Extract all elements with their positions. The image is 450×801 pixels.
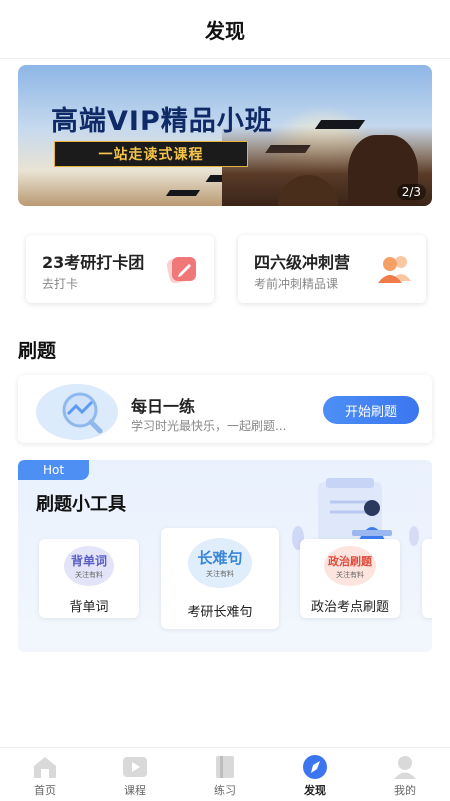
tab-home[interactable]: 首页 bbox=[0, 748, 90, 801]
tool-label: 考研长难句 bbox=[187, 605, 253, 620]
home-icon bbox=[31, 754, 59, 780]
tab-label: 首页 bbox=[34, 784, 56, 797]
play-icon bbox=[121, 754, 149, 780]
tab-label: 发现 bbox=[304, 784, 326, 797]
start-practice-button[interactable]: 开始刷题 bbox=[323, 396, 419, 424]
pencil-note-icon bbox=[164, 251, 200, 287]
users-icon bbox=[376, 251, 412, 287]
card-subtitle: 去打卡 bbox=[42, 277, 79, 291]
tool-more-partial[interactable] bbox=[422, 539, 432, 618]
tool-long-sentences[interactable]: 长难句 关注有料 考研长难句 bbox=[161, 528, 279, 629]
card-subtitle: 考前冲刺精品课 bbox=[254, 277, 339, 291]
chart-magnifier-icon bbox=[36, 384, 118, 440]
banner-title: 高端VIP精品小班 bbox=[51, 106, 273, 137]
badge-text: 背单词 bbox=[70, 554, 107, 568]
checkin-group-card[interactable]: 23考研打卡团 去打卡 bbox=[26, 235, 214, 303]
tab-courses[interactable]: 课程 bbox=[90, 748, 180, 801]
badge-subtext: 关注有料 bbox=[75, 571, 103, 579]
badge-text: 政治刷题 bbox=[328, 554, 372, 568]
tool-label: 政治考点刷题 bbox=[310, 600, 389, 615]
vocabulary-badge-icon: 背单词 关注有料 bbox=[64, 546, 114, 586]
tab-profile[interactable]: 我的 bbox=[360, 748, 450, 801]
compass-icon bbox=[301, 754, 329, 780]
graduation-cap-decoration bbox=[165, 190, 201, 196]
badge-subtext: 关注有料 bbox=[336, 570, 364, 579]
politics-badge-icon: 政治刷题 关注有料 bbox=[324, 546, 376, 586]
tools-title: 刷题小工具 bbox=[36, 494, 126, 515]
daily-title: 每日一练 bbox=[131, 397, 196, 416]
tool-vocabulary[interactable]: 背单词 关注有料 背单词 bbox=[39, 539, 139, 618]
tab-label: 练习 bbox=[214, 784, 236, 797]
tab-label: 我的 bbox=[394, 784, 416, 797]
card-title: 四六级冲刺营 bbox=[254, 253, 351, 272]
hot-badge: Hot bbox=[18, 460, 89, 480]
badge-text: 长难句 bbox=[197, 549, 243, 567]
long-sentence-badge-icon: 长难句 关注有料 bbox=[188, 538, 252, 588]
daily-practice-card[interactable]: 每日一练 学习时光最快乐，一起刷题... 开始刷题 bbox=[18, 375, 432, 443]
daily-subtitle: 学习时光最快乐，一起刷题... bbox=[131, 419, 287, 433]
banner-page-indicator: 2/3 bbox=[396, 184, 426, 200]
user-icon bbox=[391, 754, 419, 780]
practice-tools-panel: Hot 刷题小工具 背单词 关注有料 背单词 长难句 关注有料 考研长难句 政治… bbox=[18, 460, 432, 652]
badge-subtext: 关注有料 bbox=[206, 570, 234, 578]
book-icon bbox=[211, 754, 239, 780]
banner-subtitle: 一站走读式课程 bbox=[54, 141, 248, 167]
page-title: 发现 bbox=[0, 0, 450, 59]
card-title: 23考研打卡团 bbox=[42, 253, 145, 272]
tab-practice[interactable]: 练习 bbox=[180, 748, 270, 801]
section-title: 刷题 bbox=[18, 340, 57, 362]
tab-discover[interactable]: 发现 bbox=[270, 748, 360, 801]
tool-politics-practice[interactable]: 政治刷题 关注有料 政治考点刷题 bbox=[300, 539, 400, 618]
tool-label: 背单词 bbox=[69, 600, 109, 615]
tab-label: 课程 bbox=[124, 784, 146, 797]
cet-sprint-card[interactable]: 四六级冲刺营 考前冲刺精品课 bbox=[238, 235, 426, 303]
bottom-tab-bar: 首页 课程 练习 发现 我的 bbox=[0, 747, 450, 801]
promo-banner[interactable]: 高端VIP精品小班 一站走读式课程 2/3 bbox=[18, 65, 432, 206]
